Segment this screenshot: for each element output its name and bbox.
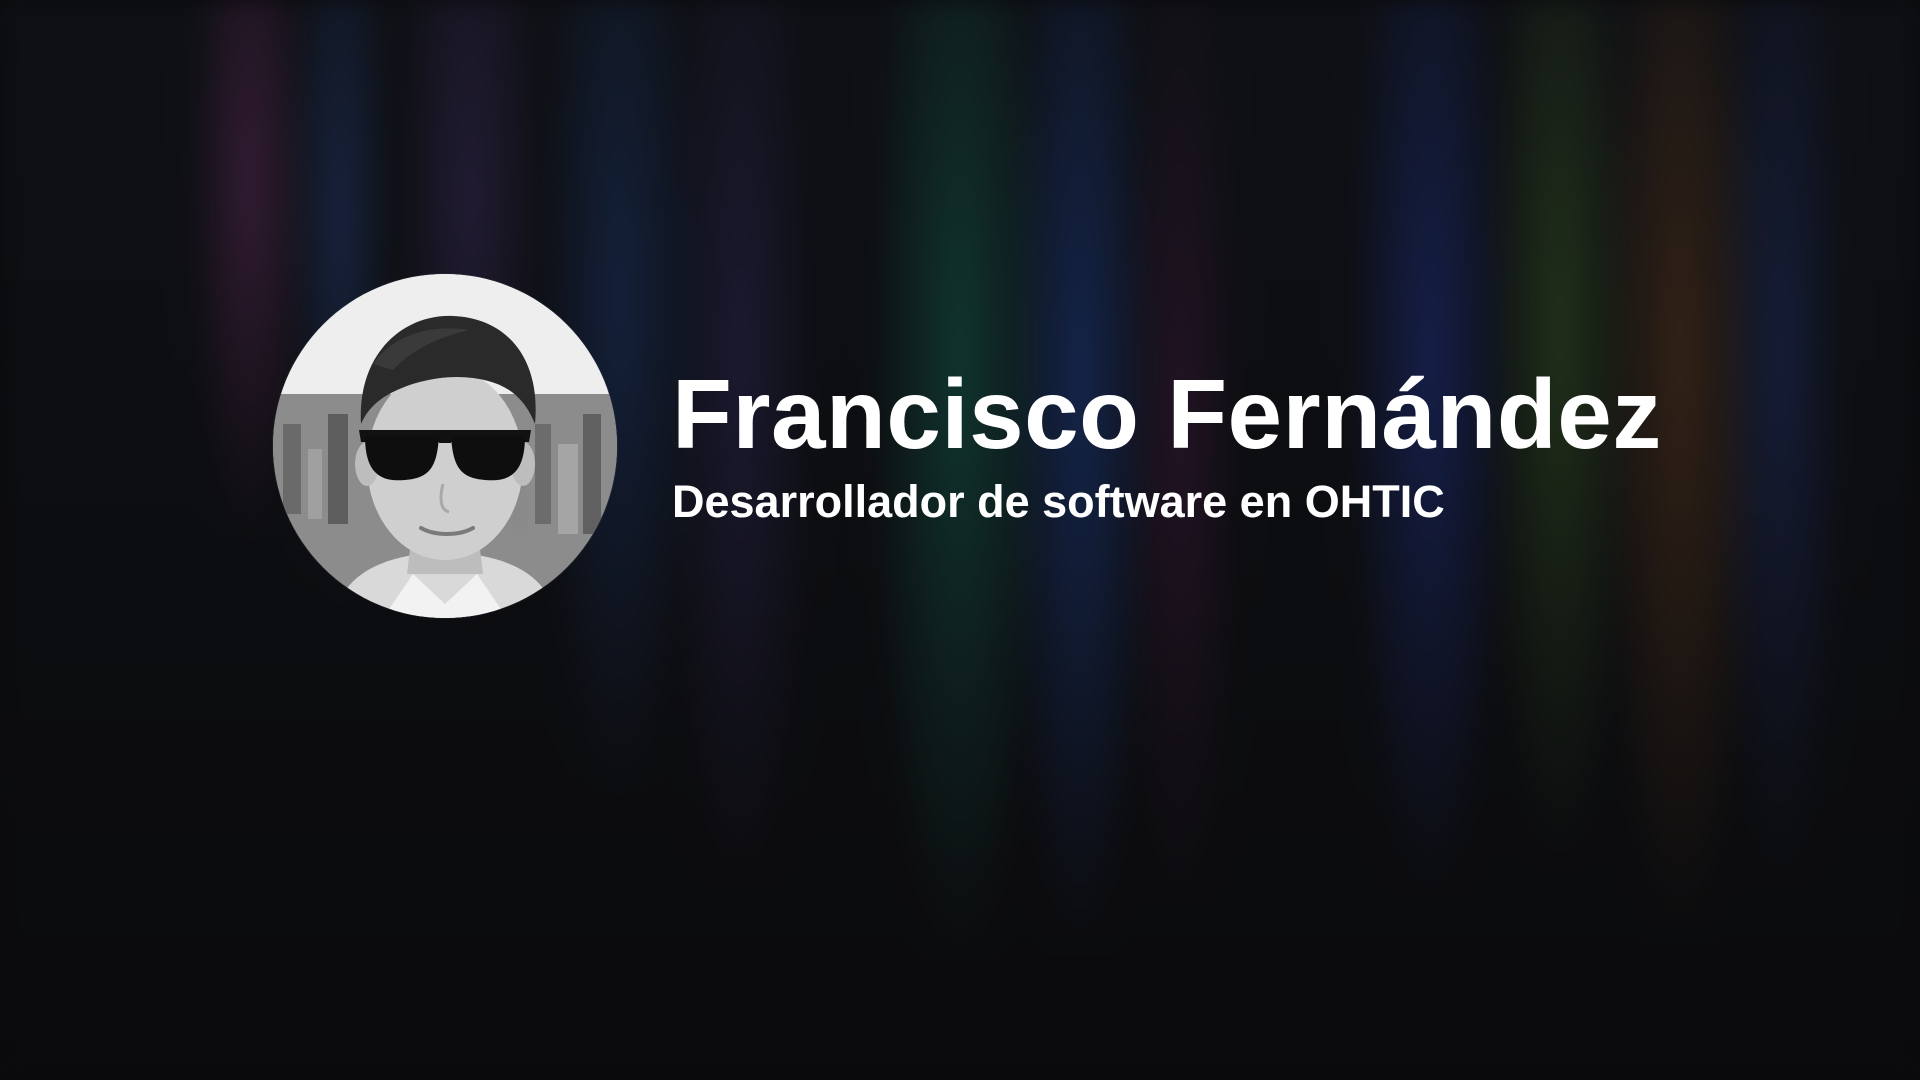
person-avatar-icon xyxy=(273,274,617,618)
profile-name: Francisco Fernández xyxy=(672,359,1662,470)
profile-card: Francisco Fernández Desarrollador de sof… xyxy=(273,274,1662,618)
page: Francisco Fernández Desarrollador de sof… xyxy=(0,0,1920,1080)
profile-info: Francisco Fernández Desarrollador de sof… xyxy=(672,365,1662,527)
avatar xyxy=(273,274,617,618)
profile-role: Desarrollador de software en OHTIC xyxy=(672,476,1445,528)
